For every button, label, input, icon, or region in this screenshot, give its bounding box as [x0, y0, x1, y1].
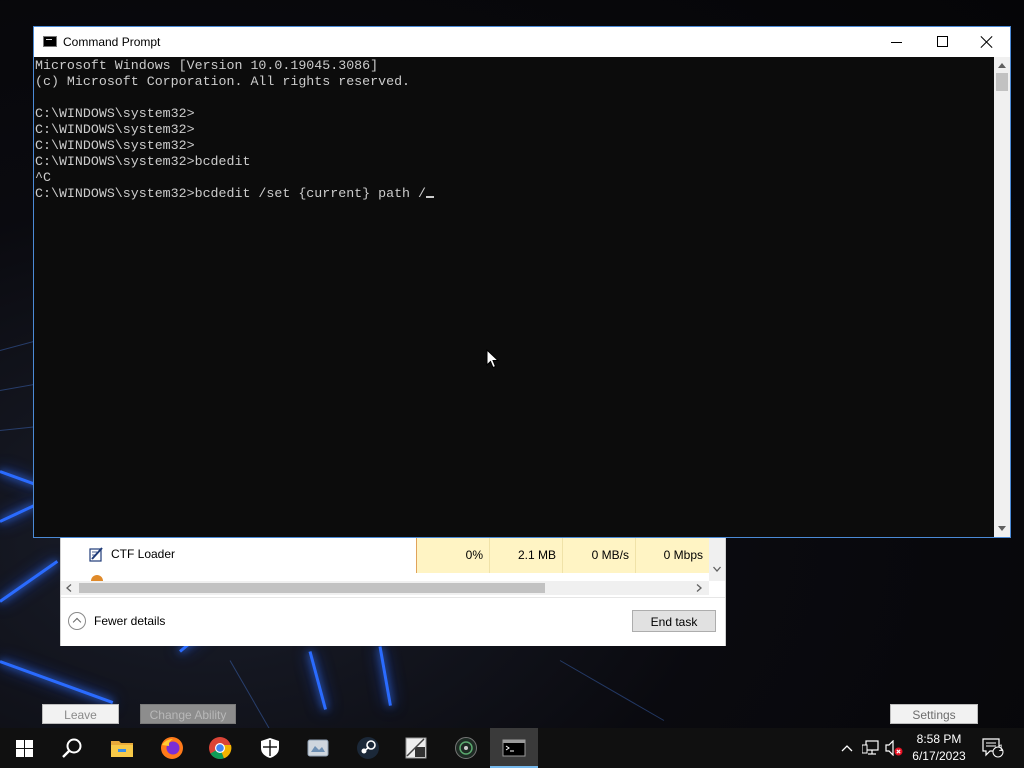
console-output[interactable]: Microsoft Windows [Version 10.0.19045.30…: [35, 58, 993, 536]
mouse-pointer-icon: [486, 349, 500, 369]
scroll-down-icon[interactable]: [713, 565, 721, 573]
chevron-up-icon: [841, 745, 853, 752]
window-title: Command Prompt: [63, 35, 161, 49]
wallpaper-neon: [0, 660, 114, 704]
console-input-line[interactable]: C:\WINDOWS\system32>bcdedit /set {curren…: [35, 186, 993, 202]
end-task-button[interactable]: End task: [632, 610, 716, 632]
change-ability-button[interactable]: Change Ability: [140, 704, 236, 724]
console-line: C:\WINDOWS\system32>: [35, 122, 195, 137]
chevron-up-circle-icon[interactable]: [68, 612, 86, 630]
console-line: C:\WINDOWS\system32>: [35, 106, 195, 121]
leave-button[interactable]: Leave: [42, 704, 119, 724]
volume-muted-icon: [885, 740, 903, 756]
title-bar[interactable]: Command Prompt: [34, 27, 1010, 57]
network-status[interactable]: [860, 728, 882, 768]
app-icon: [307, 739, 329, 757]
scroll-down-icon[interactable]: [998, 526, 1006, 531]
app-2d-icon: [405, 737, 427, 759]
horizontal-scroll-thumb[interactable]: [79, 583, 545, 593]
taskbar-app-disc[interactable]: [442, 728, 490, 768]
console-line: C:\WINDOWS\system32>bcdedit: [35, 154, 251, 169]
console-line: C:\WINDOWS\system32>: [35, 138, 195, 153]
clock-time: 8:58 PM: [916, 732, 962, 746]
taskbar-app[interactable]: [294, 728, 342, 768]
task-manager-footer: Fewer details End task: [61, 597, 725, 646]
text-cursor: [426, 196, 434, 198]
task-manager-window: CTF Loader 0% 2.1 MB 0 MB/s 0 Mbps Fewer…: [60, 536, 726, 646]
taskbar-chrome[interactable]: [196, 728, 244, 768]
notification-count: 1: [998, 743, 1004, 753]
console-line: Microsoft Windows [Version 10.0.19045.30…: [35, 58, 379, 73]
minimize-icon: [891, 42, 902, 43]
maximize-button[interactable]: [920, 27, 966, 57]
maximize-icon: [937, 36, 948, 47]
command-prompt-icon: [502, 739, 526, 757]
wallpaper-neon: [378, 646, 392, 706]
show-hidden-icons-button[interactable]: [838, 728, 856, 768]
search-button[interactable]: [48, 728, 96, 768]
console-line: ^C: [35, 170, 51, 185]
firefox-icon: [161, 737, 183, 759]
close-button[interactable]: [964, 27, 1010, 57]
console-vertical-scrollbar[interactable]: [994, 57, 1010, 537]
process-memory: 2.1 MB: [489, 537, 562, 573]
wallpaper-neon: [0, 503, 37, 523]
taskbar-firefox[interactable]: [148, 728, 196, 768]
app-disc-icon: [455, 737, 477, 759]
process-list-vertical-scrollbar[interactable]: [709, 537, 725, 581]
system-clock[interactable]: 8:58 PM 6/17/2023: [902, 731, 976, 765]
scroll-up-icon[interactable]: [998, 63, 1006, 68]
volume-control[interactable]: [884, 728, 904, 768]
process-cpu: 0%: [416, 537, 489, 573]
windows-start-icon: [15, 739, 33, 757]
settings-button[interactable]: Settings: [890, 704, 978, 724]
process-row[interactable]: CTF Loader 0% 2.1 MB 0 MB/s 0 Mbps: [61, 537, 709, 581]
minimize-button[interactable]: [874, 27, 920, 57]
taskbar-steam[interactable]: [344, 728, 392, 768]
process-network: 0 Mbps: [635, 537, 709, 573]
wallpaper-line: [559, 660, 665, 721]
taskbar-file-explorer[interactable]: [98, 728, 146, 768]
process-name: CTF Loader: [111, 547, 176, 561]
taskbar-app-2d[interactable]: [392, 728, 440, 768]
close-icon: [980, 35, 994, 49]
network-icon: [862, 740, 879, 755]
start-button[interactable]: [0, 728, 48, 768]
clock-date: 6/17/2023: [912, 749, 966, 763]
console-current-command: C:\WINDOWS\system32>bcdedit /set {curren…: [35, 186, 426, 201]
taskbar-command-prompt[interactable]: [490, 728, 538, 768]
taskbar-windows-security[interactable]: [246, 728, 294, 768]
action-center-button[interactable]: 1: [978, 728, 1008, 768]
ctf-loader-icon: [89, 547, 103, 562]
process-disk: 0 MB/s: [562, 537, 635, 573]
scroll-right-icon[interactable]: [695, 584, 703, 592]
search-icon: [62, 738, 82, 758]
command-prompt-icon: [43, 36, 57, 47]
process-list-horizontal-scrollbar[interactable]: [61, 581, 709, 595]
taskbar: 8:58 PM 6/17/2023 1: [0, 728, 1024, 768]
file-explorer-icon: [111, 741, 133, 757]
wallpaper-neon: [0, 560, 59, 603]
scroll-left-icon[interactable]: [65, 584, 73, 592]
windows-security-icon: [261, 738, 279, 758]
console-line: (c) Microsoft Corporation. All rights re…: [35, 74, 411, 89]
wallpaper-line: [229, 660, 276, 739]
chrome-icon: [209, 737, 232, 760]
steam-icon: [357, 737, 379, 759]
console-scroll-thumb[interactable]: [996, 73, 1008, 91]
fewer-details-link[interactable]: Fewer details: [94, 614, 165, 628]
command-prompt-window: Command Prompt Microsoft Windows [Versio…: [33, 26, 1011, 538]
wallpaper-neon: [308, 651, 327, 710]
